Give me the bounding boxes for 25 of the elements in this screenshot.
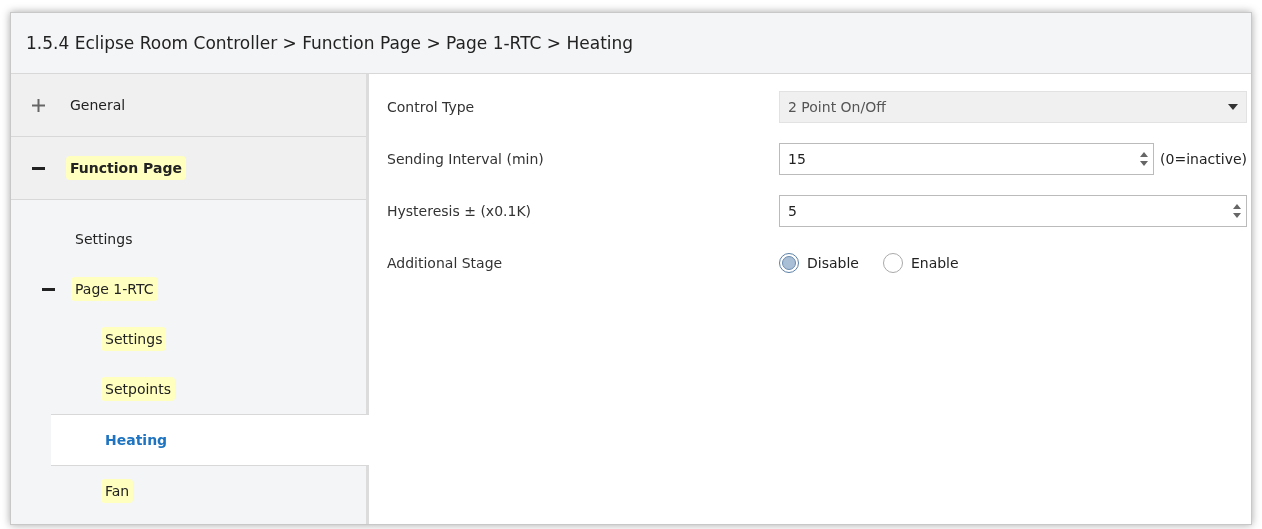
option-label[interactable]: Disable [807, 255, 859, 271]
parameter-label: Additional Stage [387, 255, 504, 271]
tree-item[interactable]: General [66, 93, 130, 117]
radio-button[interactable] [779, 253, 799, 273]
radio-button[interactable] [882, 253, 903, 273]
parameter-label: Sending Interval (min) [387, 151, 545, 167]
number-field[interactable]: 5 [779, 195, 1247, 227]
parameter-label: Hysteresis ± (x0.1K) [387, 203, 533, 219]
tree-item[interactable]: Fan [101, 479, 134, 503]
tree-item[interactable]: Settings [71, 227, 137, 251]
option-label[interactable]: Enable [910, 255, 959, 271]
tree-item[interactable]: Function Page [66, 156, 186, 180]
unit-hint: (0=inactive) [1160, 151, 1247, 167]
parameter-label: Control Type [387, 99, 476, 115]
tree-item[interactable]: Settings [101, 327, 167, 351]
tree-item[interactable]: Page 1-RTC [71, 277, 158, 301]
spinner-arrows-icon [1139, 151, 1150, 167]
number-field[interactable]: 15 [779, 143, 1155, 175]
tree-item[interactable]: Heating [101, 428, 172, 452]
spinner-arrows-icon [1232, 203, 1242, 219]
control-type-dropdown[interactable]: 2 Point On/Off [779, 91, 1247, 123]
plus-icon[interactable] [32, 98, 45, 112]
window-title: 1.5.4 Eclipse Room Controller > Function Page > Page 1-RTC > Heating [11, 13, 1251, 74]
tree-item[interactable]: Setpoints [101, 377, 175, 401]
caret-icon [1228, 104, 1238, 110]
